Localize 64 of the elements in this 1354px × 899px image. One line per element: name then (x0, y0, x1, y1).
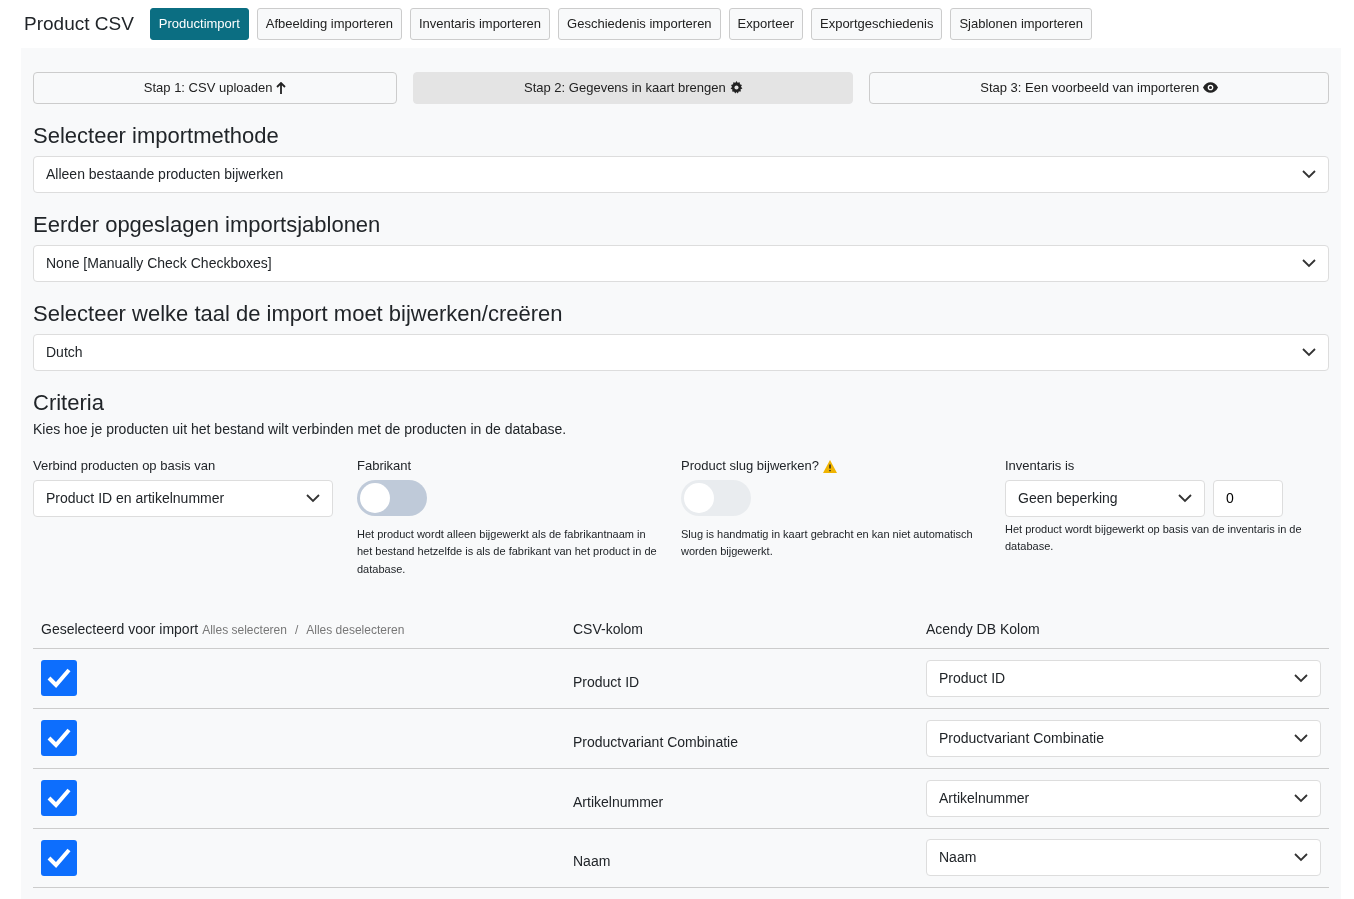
checkbox[interactable] (41, 660, 77, 697)
chevron-down-icon (1302, 348, 1316, 358)
select-field[interactable]: Geen beperking (1005, 479, 1205, 517)
select-field[interactable]: Dutch (33, 334, 1329, 372)
help-text: Het product wordt bijgewerkt op basis van de inventaris in de database. (1005, 521, 1303, 555)
chevron-down-icon (1294, 733, 1308, 743)
field-label: Product slug bijwerken? (681, 457, 820, 476)
checkmark-icon (46, 727, 72, 750)
chevron-down-icon (1294, 853, 1308, 863)
column-header: Acendy DB Kolom (926, 619, 1040, 639)
tab[interactable]: Exportgeschiedenis (811, 8, 943, 40)
chevron-down-icon (1294, 673, 1308, 683)
help-text: Slug is handmatig in kaart gebracht en kan niet automatisch worden bijgewerkt. (681, 526, 974, 560)
checkbox[interactable] (41, 720, 77, 757)
select-field[interactable]: None [Manually Check Checkboxes] (33, 244, 1329, 282)
select-field[interactable]: Alleen bestaande producten bijwerken (33, 155, 1329, 193)
settings-icon (729, 81, 743, 94)
column-header: Geselecteerd voor import (41, 619, 199, 639)
tab[interactable]: Productimport (149, 8, 249, 40)
select-all-link[interactable]: Alles selecteren (202, 620, 287, 639)
section-heading: Criteria (33, 391, 105, 416)
select-field[interactable]: Product ID en artikelnummer (33, 479, 333, 517)
chevron-down-icon (1302, 258, 1316, 268)
arrow-up-icon (276, 81, 287, 94)
column-header: CSV-kolom (573, 619, 645, 639)
checkbox[interactable] (41, 839, 77, 876)
step-button[interactable]: Stap 1: CSV uploaden (33, 71, 398, 104)
chevron-down-icon (306, 493, 320, 503)
section-heading: Selecteer welke taal de import moet bijwerken/creëren (33, 301, 564, 327)
table-cell-text: Naam (573, 852, 612, 872)
section-heading: Eerder opgeslagen importsjablonen (33, 212, 382, 237)
description: Kies hoe je producten uit het bestand wilt verbinden met de producten in de database. (33, 420, 568, 440)
select-field[interactable]: Product ID (926, 659, 1321, 697)
chevron-down-icon (1294, 793, 1308, 803)
tab[interactable]: Afbeelding importeren (256, 8, 402, 40)
field-label: Inventaris is (1005, 457, 1075, 476)
checkmark-icon (46, 667, 72, 690)
checkbox[interactable] (41, 780, 77, 817)
table-cell-text: Artikelnummer (573, 792, 665, 812)
section-heading: Selecteer importmethode (33, 123, 280, 148)
number-field[interactable]: 0 (1213, 479, 1283, 517)
page-title: Product CSV (24, 11, 134, 36)
chevron-down-icon (1178, 493, 1192, 503)
tab[interactable]: Exporteer (728, 8, 803, 40)
toggle-switch[interactable] (357, 479, 427, 516)
tab[interactable]: Inventaris importeren (409, 8, 551, 40)
tab[interactable]: Geschiedenis importeren (558, 8, 721, 40)
eye-icon (1203, 82, 1219, 93)
field-label: Verbind producten op basis van (33, 457, 216, 476)
checkmark-icon (46, 846, 72, 869)
chevron-down-icon (1302, 169, 1316, 179)
table-cell-text: Productvariant Combinatie (573, 732, 739, 752)
select-field[interactable]: Naam (926, 839, 1321, 877)
field-label: Fabrikant (357, 457, 412, 476)
separator: / (294, 621, 299, 639)
tab[interactable]: Sjablonen importeren (950, 8, 1093, 40)
step-button[interactable]: Stap 3: Een voorbeeld van importeren (869, 71, 1329, 104)
select-field[interactable]: Productvariant Combinatie (926, 719, 1321, 757)
checkmark-icon (46, 787, 72, 810)
help-text: Het product wordt alleen bijgewerkt als de fabrikantnaam in het bestand hetzelfde is als de fabrikant van het product in de database. (357, 526, 657, 577)
table-cell-text: Product ID (573, 672, 641, 692)
deselect-all-link[interactable]: Alles deselecteren (306, 620, 405, 639)
step-button[interactable]: Stap 2: Gegevens in kaart brengen (413, 71, 854, 104)
select-field[interactable]: Artikelnummer (926, 779, 1321, 817)
